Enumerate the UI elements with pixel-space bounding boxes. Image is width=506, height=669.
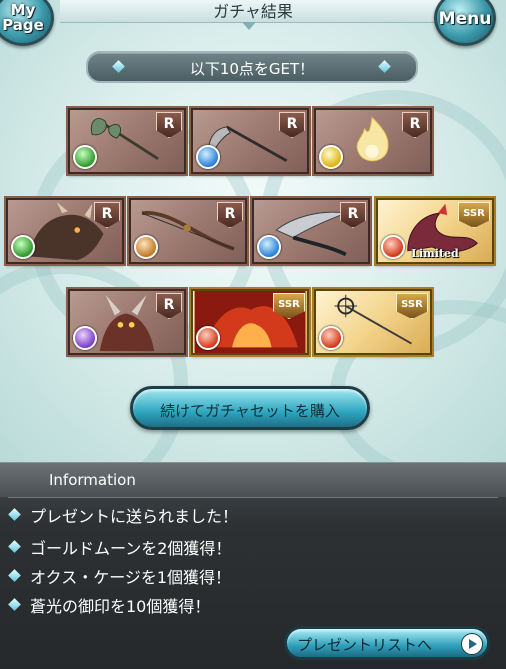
- diamond-icon: [8, 508, 21, 521]
- wind-element-icon: [11, 235, 35, 259]
- diamond-icon: [8, 540, 21, 553]
- item-card-3[interactable]: R: [314, 108, 432, 174]
- fire-element-icon: [196, 326, 220, 350]
- item-card-9[interactable]: SSR: [191, 289, 309, 355]
- earth-element-icon: [134, 235, 158, 259]
- arrow-right-icon: [461, 633, 483, 655]
- information-header: Information: [0, 462, 506, 497]
- fire-element-icon: [319, 326, 343, 350]
- info-message-text: 蒼光の御印を10個獲得！: [30, 597, 211, 616]
- item-card-8[interactable]: R: [68, 289, 186, 355]
- wind-element-icon: [73, 145, 97, 169]
- result-banner: 以下10点をGET！: [86, 51, 418, 83]
- information-title: Information: [49, 471, 136, 489]
- item-card-4[interactable]: R: [6, 198, 124, 264]
- mypage-label-line2: Page: [2, 16, 44, 34]
- present-list-button[interactable]: プレゼントリストへ: [284, 626, 490, 660]
- item-card-10[interactable]: SSR: [314, 289, 432, 355]
- divider: [8, 497, 498, 498]
- info-message-text: ゴールドムーンを2個獲得！: [30, 539, 232, 558]
- info-message-text: プレゼントに送られました！: [30, 507, 239, 526]
- item-card-7[interactable]: SSR Limited: [376, 198, 494, 264]
- info-message-text: オクス・ケージを1個獲得！: [30, 568, 232, 587]
- result-banner-text: 以下10点をGET！: [189, 60, 315, 78]
- water-element-icon: [196, 145, 220, 169]
- header-pointer-icon: [242, 22, 256, 30]
- water-element-icon: [257, 235, 281, 259]
- diamond-icon: [8, 598, 21, 611]
- page-title: ガチャ結果: [213, 2, 293, 21]
- light-element-icon: [319, 145, 343, 169]
- item-card-2[interactable]: R: [191, 108, 309, 174]
- item-card-5[interactable]: R: [129, 198, 247, 264]
- header: ガチャ結果: [0, 0, 506, 30]
- present-list-label: プレゼントリストへ: [297, 636, 433, 654]
- limited-label: Limited: [411, 247, 459, 260]
- dark-element-icon: [73, 326, 97, 350]
- buy-gacha-set-button[interactable]: 続けてガチャセットを購入: [130, 386, 370, 430]
- diamond-icon: [8, 569, 21, 582]
- buy-gacha-set-label: 続けてガチャセットを購入: [160, 402, 340, 420]
- item-card-6[interactable]: R: [252, 198, 370, 264]
- item-card-1[interactable]: R: [68, 108, 186, 174]
